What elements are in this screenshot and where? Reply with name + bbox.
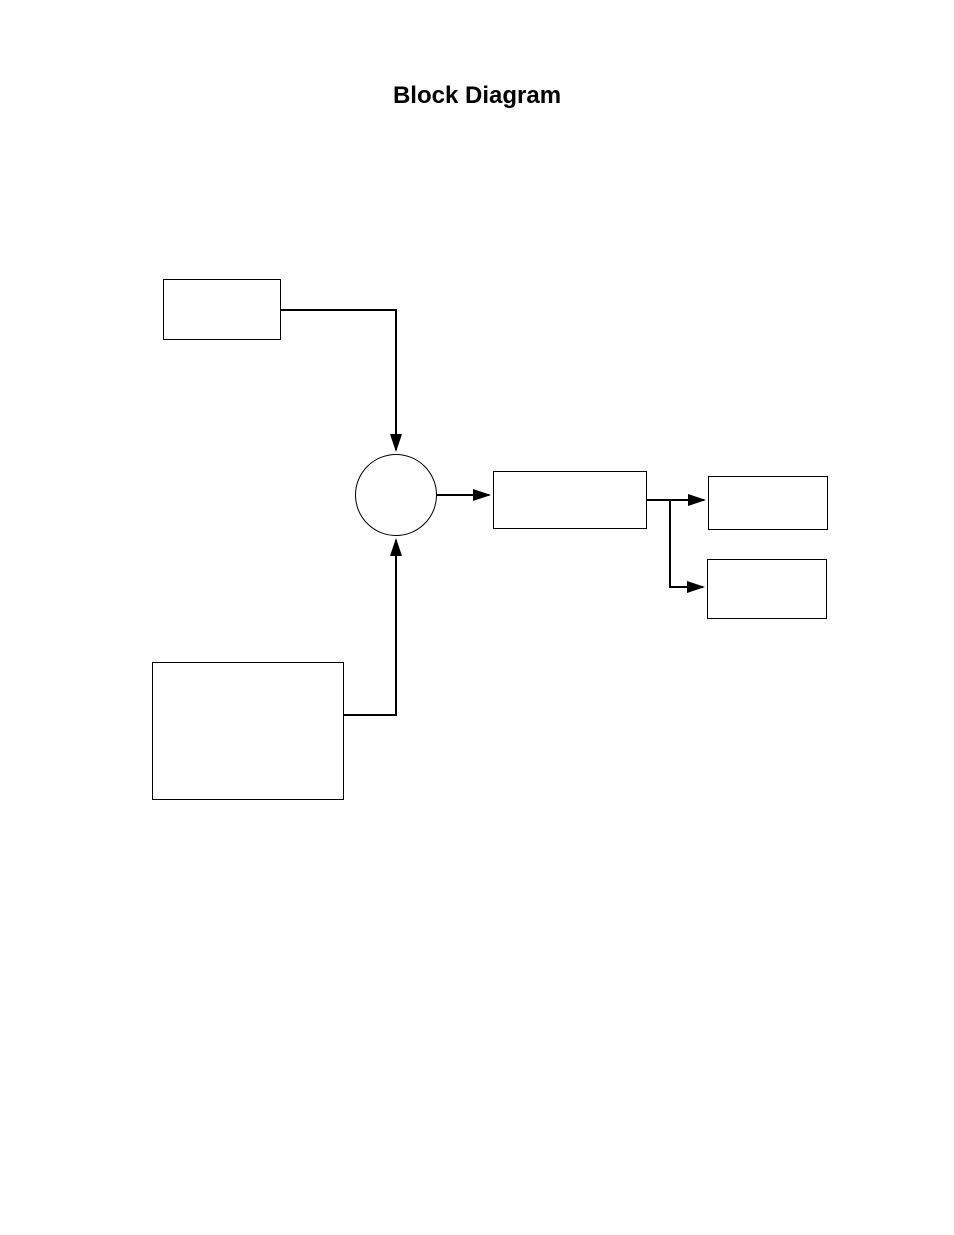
box-right-top	[708, 476, 828, 530]
connector-topleft-to-circle	[281, 310, 396, 450]
block-diagram-canvas	[0, 0, 954, 1235]
box-top-left	[163, 279, 281, 340]
connector-bottomleft-to-circle	[344, 540, 396, 715]
box-center-right	[493, 471, 647, 529]
connector-branch-to-rightbottom	[670, 500, 703, 587]
box-right-bottom	[707, 559, 827, 619]
box-bottom-left	[152, 662, 344, 800]
circle-junction	[355, 454, 437, 536]
